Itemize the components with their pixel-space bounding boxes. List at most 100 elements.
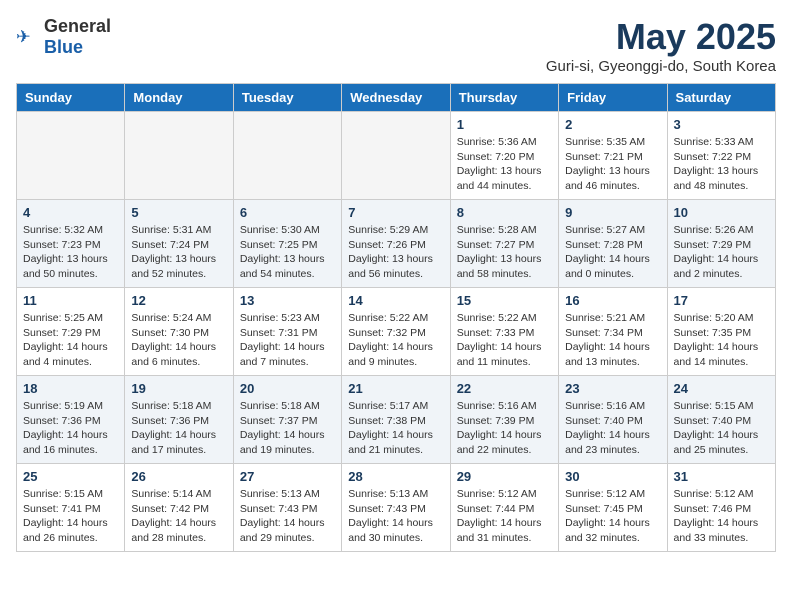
calendar-cell: 12Sunrise: 5:24 AM Sunset: 7:30 PM Dayli… xyxy=(125,288,233,376)
day-number: 15 xyxy=(457,293,552,308)
title-block: May 2025 Guri-si, Gyeonggi-do, South Kor… xyxy=(546,16,776,75)
logo-blue: Blue xyxy=(44,37,83,57)
calendar-cell: 11 Sunrise: 5:25 AM Sunset: 7:29 PM Dayli… xyxy=(17,288,125,376)
calendar-cell: 31Sunrise: 5:12 AM Sunset: 7:46 PM Dayli… xyxy=(667,464,775,552)
day-info: Sunrise: 5:36 AM Sunset: 7:20 PM Dayligh… xyxy=(457,135,552,194)
day-number: 18 xyxy=(23,381,118,396)
header-saturday: Saturday xyxy=(667,84,775,112)
header-sunday: Sunday xyxy=(17,84,125,112)
header-friday: Friday xyxy=(559,84,667,112)
header-row: SundayMondayTuesdayWednesdayThursdayFrid… xyxy=(17,84,776,112)
calendar-cell: 30 Sunrise: 5:12 AM Sunset: 7:45 PM Dayli… xyxy=(559,464,667,552)
day-info: Sunrise: 5:19 AM Sunset: 7:36 PM Dayligh… xyxy=(23,399,118,458)
day-info: Sunrise: 5:27 AM Sunset: 7:28 PM Dayligh… xyxy=(565,223,660,282)
page-header: ✈ General Blue May 2025 Guri-si, Gyeongg… xyxy=(16,16,776,75)
day-number: 27 xyxy=(240,469,335,484)
calendar-cell: 15 Sunrise: 5:22 AM Sunset: 7:33 PM Dayli… xyxy=(450,288,558,376)
day-info: Sunrise: 5:13 AM Sunset: 7:43 PM Dayligh… xyxy=(240,487,335,546)
day-info: Sunrise: 5:17 AM Sunset: 7:38 PM Dayligh… xyxy=(348,399,443,458)
logo-text: General Blue xyxy=(44,16,111,58)
day-info: Sunrise: 5:29 AM Sunset: 7:26 PM Dayligh… xyxy=(348,223,443,282)
day-number: 29 xyxy=(457,469,552,484)
day-number: 14 xyxy=(348,293,443,308)
day-number: 16 xyxy=(565,293,660,308)
day-number: 4 xyxy=(23,205,118,220)
day-number: 2 xyxy=(565,117,660,132)
week-row-5: 25 Sunrise: 5:15 AM Sunset: 7:41 PM Dayli… xyxy=(17,464,776,552)
calendar-cell: 16 Sunrise: 5:21 AM Sunset: 7:34 PM Dayli… xyxy=(559,288,667,376)
day-number: 25 xyxy=(23,469,118,484)
day-info: Sunrise: 5:25 AM Sunset: 7:29 PM Dayligh… xyxy=(23,311,118,370)
day-info: Sunrise: 5:15 AM Sunset: 7:40 PM Dayligh… xyxy=(674,399,769,458)
day-info: Sunrise: 5:12 AM Sunset: 7:44 PM Dayligh… xyxy=(457,487,552,546)
week-row-1: 1Sunrise: 5:36 AM Sunset: 7:20 PM Daylig… xyxy=(17,112,776,200)
calendar-cell: 7 Sunrise: 5:29 AM Sunset: 7:26 PM Daylig… xyxy=(342,200,450,288)
day-info: Sunrise: 5:13 AM Sunset: 7:43 PM Dayligh… xyxy=(348,487,443,546)
calendar-cell: 21 Sunrise: 5:17 AM Sunset: 7:38 PM Dayli… xyxy=(342,376,450,464)
svg-text:✈: ✈ xyxy=(16,27,31,47)
day-number: 20 xyxy=(240,381,335,396)
calendar-table: SundayMondayTuesdayWednesdayThursdayFrid… xyxy=(16,83,776,552)
calendar-cell: 28 Sunrise: 5:13 AM Sunset: 7:43 PM Dayli… xyxy=(342,464,450,552)
week-row-3: 11 Sunrise: 5:25 AM Sunset: 7:29 PM Dayli… xyxy=(17,288,776,376)
logo-icon: ✈ xyxy=(16,25,40,49)
header-wednesday: Wednesday xyxy=(342,84,450,112)
header-thursday: Thursday xyxy=(450,84,558,112)
calendar-cell: 10Sunrise: 5:26 AM Sunset: 7:29 PM Dayli… xyxy=(667,200,775,288)
calendar-cell: 8Sunrise: 5:28 AM Sunset: 7:27 PM Daylig… xyxy=(450,200,558,288)
header-monday: Monday xyxy=(125,84,233,112)
day-number: 23 xyxy=(565,381,660,396)
calendar-cell xyxy=(17,112,125,200)
day-info: Sunrise: 5:35 AM Sunset: 7:21 PM Dayligh… xyxy=(565,135,660,194)
calendar-cell: 25 Sunrise: 5:15 AM Sunset: 7:41 PM Dayli… xyxy=(17,464,125,552)
day-number: 6 xyxy=(240,205,335,220)
week-row-2: 4 Sunrise: 5:32 AM Sunset: 7:23 PM Daylig… xyxy=(17,200,776,288)
day-info: Sunrise: 5:22 AM Sunset: 7:33 PM Dayligh… xyxy=(457,311,552,370)
calendar-cell: 18 Sunrise: 5:19 AM Sunset: 7:36 PM Dayli… xyxy=(17,376,125,464)
calendar-cell: 29 Sunrise: 5:12 AM Sunset: 7:44 PM Dayli… xyxy=(450,464,558,552)
day-info: Sunrise: 5:30 AM Sunset: 7:25 PM Dayligh… xyxy=(240,223,335,282)
calendar-cell: 24 Sunrise: 5:15 AM Sunset: 7:40 PM Dayli… xyxy=(667,376,775,464)
logo: ✈ General Blue xyxy=(16,16,111,58)
logo-general: General xyxy=(44,16,111,36)
day-number: 17 xyxy=(674,293,769,308)
calendar-title: May 2025 xyxy=(546,16,776,58)
calendar-cell: 13 Sunrise: 5:23 AM Sunset: 7:31 PM Dayli… xyxy=(233,288,341,376)
day-number: 30 xyxy=(565,469,660,484)
day-info: Sunrise: 5:15 AM Sunset: 7:41 PM Dayligh… xyxy=(23,487,118,546)
day-number: 21 xyxy=(348,381,443,396)
calendar-cell: 9Sunrise: 5:27 AM Sunset: 7:28 PM Daylig… xyxy=(559,200,667,288)
calendar-cell xyxy=(233,112,341,200)
day-info: Sunrise: 5:26 AM Sunset: 7:29 PM Dayligh… xyxy=(674,223,769,282)
day-info: Sunrise: 5:31 AM Sunset: 7:24 PM Dayligh… xyxy=(131,223,226,282)
day-info: Sunrise: 5:23 AM Sunset: 7:31 PM Dayligh… xyxy=(240,311,335,370)
day-info: Sunrise: 5:18 AM Sunset: 7:36 PM Dayligh… xyxy=(131,399,226,458)
calendar-cell: 5 Sunrise: 5:31 AM Sunset: 7:24 PM Daylig… xyxy=(125,200,233,288)
header-tuesday: Tuesday xyxy=(233,84,341,112)
day-number: 7 xyxy=(348,205,443,220)
day-number: 19 xyxy=(131,381,226,396)
day-info: Sunrise: 5:16 AM Sunset: 7:40 PM Dayligh… xyxy=(565,399,660,458)
day-info: Sunrise: 5:33 AM Sunset: 7:22 PM Dayligh… xyxy=(674,135,769,194)
calendar-cell: 17 Sunrise: 5:20 AM Sunset: 7:35 PM Dayli… xyxy=(667,288,775,376)
day-number: 28 xyxy=(348,469,443,484)
day-info: Sunrise: 5:14 AM Sunset: 7:42 PM Dayligh… xyxy=(131,487,226,546)
day-info: Sunrise: 5:12 AM Sunset: 7:45 PM Dayligh… xyxy=(565,487,660,546)
day-number: 22 xyxy=(457,381,552,396)
day-info: Sunrise: 5:21 AM Sunset: 7:34 PM Dayligh… xyxy=(565,311,660,370)
day-info: Sunrise: 5:18 AM Sunset: 7:37 PM Dayligh… xyxy=(240,399,335,458)
day-info: Sunrise: 5:12 AM Sunset: 7:46 PM Dayligh… xyxy=(674,487,769,546)
calendar-cell: 19 Sunrise: 5:18 AM Sunset: 7:36 PM Dayli… xyxy=(125,376,233,464)
calendar-cell: 2 Sunrise: 5:35 AM Sunset: 7:21 PM Daylig… xyxy=(559,112,667,200)
day-info: Sunrise: 5:32 AM Sunset: 7:23 PM Dayligh… xyxy=(23,223,118,282)
day-info: Sunrise: 5:20 AM Sunset: 7:35 PM Dayligh… xyxy=(674,311,769,370)
day-number: 3 xyxy=(674,117,769,132)
day-number: 24 xyxy=(674,381,769,396)
day-number: 13 xyxy=(240,293,335,308)
calendar-cell: 14Sunrise: 5:22 AM Sunset: 7:32 PM Dayli… xyxy=(342,288,450,376)
calendar-cell: 22Sunrise: 5:16 AM Sunset: 7:39 PM Dayli… xyxy=(450,376,558,464)
calendar-cell: 27 Sunrise: 5:13 AM Sunset: 7:43 PM Dayli… xyxy=(233,464,341,552)
day-number: 5 xyxy=(131,205,226,220)
calendar-cell: 6 Sunrise: 5:30 AM Sunset: 7:25 PM Daylig… xyxy=(233,200,341,288)
day-number: 11 xyxy=(23,293,118,308)
